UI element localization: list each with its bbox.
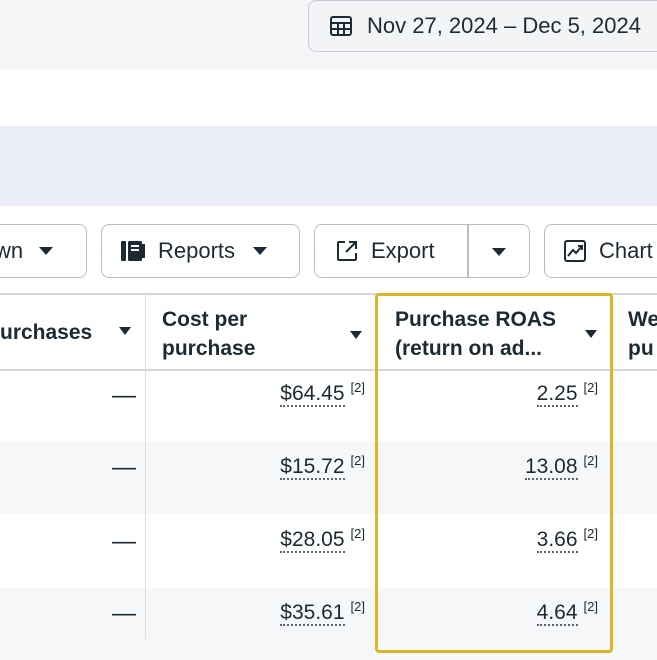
export-options-chevron-icon[interactable]: [492, 248, 506, 256]
column-divider: [145, 294, 146, 639]
column-header-line: We: [628, 308, 657, 331]
reports-icon: [121, 241, 145, 261]
cost-value[interactable]: $35.61: [280, 601, 345, 626]
footnote-marker: [2]: [350, 453, 365, 468]
date-range-picker[interactable]: Nov 27, 2024 – Dec 5, 2024: [308, 0, 657, 52]
cost-per-purchase-cell[interactable]: $64.45 [2]: [280, 380, 365, 407]
chevron-down-icon: [39, 247, 54, 255]
footnote-marker: [2]: [350, 526, 365, 541]
button-divider: [467, 225, 469, 277]
roas-column-highlight: [375, 293, 613, 653]
column-header-line: purchase: [162, 337, 256, 360]
footnote-marker: [2]: [350, 599, 365, 614]
purchases-cell: —: [112, 382, 136, 409]
purchases-cell: —: [112, 454, 136, 481]
column-header-purchases[interactable]: urchases: [0, 318, 92, 347]
cost-value[interactable]: $28.05: [280, 528, 345, 553]
breakdown-button[interactable]: wn: [0, 224, 87, 278]
calendar-icon: [330, 16, 352, 36]
export-label: Export: [371, 238, 435, 263]
column-header-line: Cost per: [162, 308, 248, 331]
cost-per-purchase-cell[interactable]: $35.61 [2]: [280, 599, 365, 626]
breakdown-label: wn: [0, 238, 24, 263]
column-header-line: pu: [628, 337, 654, 360]
sort-caret-icon[interactable]: [119, 327, 131, 335]
cost-value[interactable]: $64.45: [280, 382, 345, 407]
footnote-marker: [2]: [350, 380, 365, 395]
spacer-band: [0, 70, 657, 126]
purchases-cell: —: [112, 600, 136, 627]
chevron-down-icon: [253, 247, 268, 255]
cost-value[interactable]: $15.72: [280, 455, 345, 480]
purchases-cell: —: [112, 528, 136, 555]
date-range-label: Nov 27, 2024 – Dec 5, 2024: [367, 13, 641, 38]
column-header-cost-per-purchase[interactable]: Cost per purchase: [162, 305, 255, 363]
reports-button[interactable]: Reports: [101, 224, 300, 278]
chart-label: Chart: [599, 238, 653, 263]
sort-caret-icon[interactable]: [350, 331, 362, 339]
chart-button[interactable]: Chart: [544, 224, 657, 278]
campaign-header-band: [0, 126, 657, 206]
cost-per-purchase-cell[interactable]: $28.05 [2]: [280, 526, 365, 553]
reports-label: Reports: [158, 238, 236, 263]
column-header-next[interactable]: We pu: [628, 305, 657, 363]
chart-icon: [564, 240, 586, 262]
cost-per-purchase-cell[interactable]: $15.72 [2]: [280, 453, 365, 480]
export-button[interactable]: Export: [314, 224, 530, 278]
export-icon: [337, 241, 357, 261]
